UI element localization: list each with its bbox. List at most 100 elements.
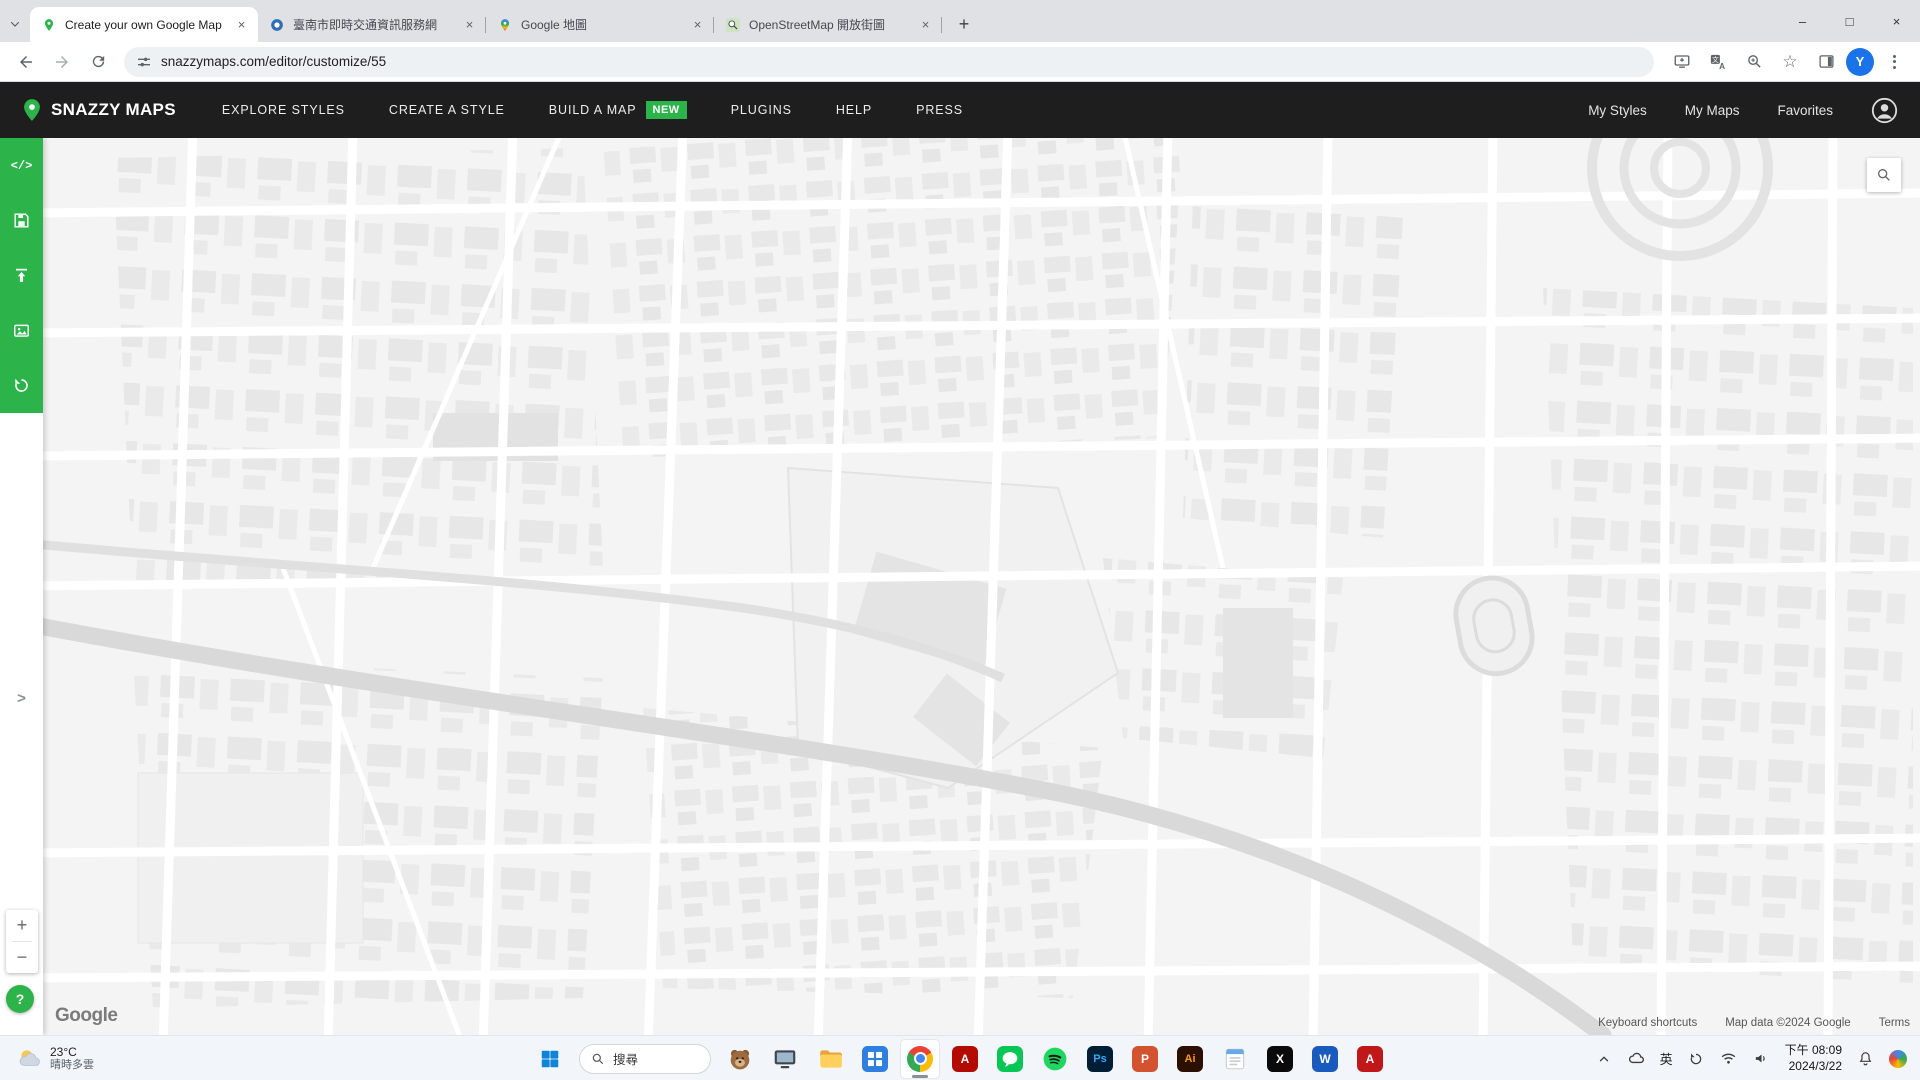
nav-item-build-a-map[interactable]: BUILD A MAP NEW bbox=[549, 101, 687, 119]
terms-link[interactable]: Terms bbox=[1879, 1017, 1910, 1029]
code-view-button[interactable]: </> bbox=[0, 138, 43, 193]
browser-menu-kebab-icon[interactable] bbox=[1878, 46, 1910, 78]
map-data-text: Map data ©2024 Google bbox=[1725, 1017, 1850, 1029]
weather-desc: 晴時多雲 bbox=[50, 1059, 94, 1072]
window-close-button[interactable]: × bbox=[1873, 0, 1920, 42]
svg-text:A: A bbox=[1719, 61, 1725, 70]
line-app-icon[interactable] bbox=[990, 1039, 1030, 1079]
pinned-app-grid[interactable] bbox=[855, 1039, 895, 1079]
zoom-in-button[interactable]: + bbox=[6, 910, 38, 941]
save-button[interactable] bbox=[0, 193, 43, 248]
window-minimize-button[interactable]: – bbox=[1779, 0, 1826, 42]
tab-snazzy-maps[interactable]: Create your own Google Map × bbox=[30, 7, 258, 42]
browser-toolbar: snazzymaps.com/editor/customize/55 文 A ☆… bbox=[0, 42, 1920, 82]
weather-widget[interactable]: 23°C 晴時多雲 bbox=[8, 1036, 102, 1080]
address-bar[interactable]: snazzymaps.com/editor/customize/55 bbox=[124, 47, 1654, 77]
site-settings-icon[interactable] bbox=[136, 54, 152, 70]
hidden-icons-chevron[interactable] bbox=[1594, 1049, 1614, 1069]
nav-item-press[interactable]: PRESS bbox=[916, 101, 963, 119]
back-button[interactable] bbox=[10, 46, 42, 78]
x-app-icon[interactable]: X bbox=[1260, 1039, 1300, 1079]
weather-temp: 23°C bbox=[50, 1045, 94, 1059]
export-upload-button[interactable] bbox=[0, 248, 43, 303]
help-button[interactable]: ? bbox=[6, 985, 34, 1013]
powerpoint-icon[interactable]: P bbox=[1125, 1039, 1165, 1079]
tab-close-icon[interactable]: × bbox=[917, 16, 934, 33]
reload-button[interactable] bbox=[82, 46, 114, 78]
google-maps-logo[interactable]: Google bbox=[55, 1005, 117, 1027]
tab-openstreetmap[interactable]: OpenStreetMap 開放街圖 × bbox=[714, 7, 942, 42]
osm-favicon bbox=[725, 17, 741, 33]
taskbar-center: 搜尋 A Ps P Ai bbox=[530, 1036, 1390, 1080]
tab-close-icon[interactable]: × bbox=[689, 16, 706, 33]
taskbar-clock[interactable]: 下午 08:09 2024/3/22 bbox=[1785, 1043, 1842, 1074]
tab-close-icon[interactable]: × bbox=[233, 16, 250, 33]
spotify-icon[interactable] bbox=[1035, 1039, 1075, 1079]
forward-button[interactable] bbox=[46, 46, 78, 78]
svg-text:文: 文 bbox=[1712, 55, 1719, 64]
map-search-button[interactable] bbox=[1867, 158, 1901, 192]
sync-icon[interactable] bbox=[1686, 1049, 1706, 1069]
rail-tools: </> bbox=[0, 138, 43, 413]
expand-panel-chevron[interactable]: > bbox=[0, 680, 43, 716]
tab-close-icon[interactable]: × bbox=[461, 16, 478, 33]
new-badge: NEW bbox=[646, 101, 687, 119]
map-zoom-control: + − bbox=[6, 910, 38, 973]
start-button[interactable] bbox=[530, 1039, 570, 1079]
window-maximize-button[interactable]: □ bbox=[1826, 0, 1873, 42]
new-tab-button[interactable]: + bbox=[950, 10, 978, 38]
zoom-extension-icon[interactable] bbox=[1738, 46, 1770, 78]
install-app-icon[interactable] bbox=[1666, 46, 1698, 78]
tab-title: OpenStreetMap 開放街圖 bbox=[749, 16, 909, 33]
tainan-favicon bbox=[269, 17, 285, 33]
illustrator-icon[interactable]: Ai bbox=[1170, 1039, 1210, 1079]
nav-item-help[interactable]: HELP bbox=[836, 101, 872, 119]
google-maps-pin-favicon bbox=[497, 17, 513, 33]
nav-item-explore-styles[interactable]: EXPLORE STYLES bbox=[222, 101, 345, 119]
cad-app-icon[interactable]: A bbox=[1350, 1039, 1390, 1079]
wifi-icon[interactable] bbox=[1719, 1049, 1739, 1069]
clock-time: 下午 08:09 bbox=[1785, 1043, 1842, 1059]
side-panel-icon[interactable] bbox=[1810, 46, 1842, 78]
acrobat-icon[interactable]: A bbox=[945, 1039, 985, 1079]
weather-icon bbox=[16, 1046, 42, 1072]
reset-refresh-button[interactable] bbox=[0, 358, 43, 413]
file-explorer-icon[interactable] bbox=[810, 1039, 850, 1079]
speaker-icon[interactable] bbox=[1752, 1049, 1772, 1069]
notepad-icon[interactable] bbox=[1215, 1039, 1255, 1079]
profile-avatar[interactable]: Y bbox=[1846, 48, 1874, 76]
windows-taskbar: 23°C 晴時多雲 搜尋 A bbox=[0, 1035, 1920, 1080]
taskbar-search[interactable]: 搜尋 bbox=[579, 1044, 711, 1074]
keyboard-shortcuts-link[interactable]: Keyboard shortcuts bbox=[1598, 1017, 1697, 1029]
account-person-icon[interactable] bbox=[1871, 97, 1898, 124]
tab-google-maps[interactable]: Google 地圖 × bbox=[486, 7, 714, 42]
map-canvas[interactable] bbox=[43, 138, 1920, 1035]
photoshop-icon[interactable]: Ps bbox=[1080, 1039, 1120, 1079]
pinned-app-monitor[interactable] bbox=[765, 1039, 805, 1079]
map-viewport: Google Keyboard shortcuts Map data ©2024… bbox=[43, 138, 1920, 1035]
editor-stage: </> > + − ? bbox=[0, 138, 1920, 1035]
notifications-bell-icon[interactable] bbox=[1855, 1049, 1875, 1069]
ime-language-indicator[interactable]: 英 bbox=[1660, 1049, 1673, 1068]
snazzy-logo[interactable]: SNAZZY MAPS bbox=[22, 98, 176, 122]
pinned-app-bear[interactable] bbox=[720, 1039, 760, 1079]
nav-item-create-a-style[interactable]: CREATE A STYLE bbox=[389, 101, 505, 119]
clock-date: 2024/3/22 bbox=[1785, 1059, 1842, 1075]
nav-item-my-styles[interactable]: My Styles bbox=[1588, 103, 1647, 118]
tab-tainan-traffic[interactable]: 臺南市即時交通資訊服務網 × bbox=[258, 7, 486, 42]
onedrive-cloud-icon[interactable] bbox=[1627, 1049, 1647, 1069]
tab-title: 臺南市即時交通資訊服務網 bbox=[293, 16, 453, 33]
zoom-out-button[interactable]: − bbox=[6, 942, 38, 973]
chrome-icon[interactable] bbox=[900, 1039, 940, 1079]
translate-icon[interactable]: 文 A bbox=[1702, 46, 1734, 78]
bookmark-star-icon[interactable]: ☆ bbox=[1774, 46, 1806, 78]
search-label: 搜尋 bbox=[613, 1049, 638, 1068]
editor-left-rail: </> > + − ? bbox=[0, 138, 43, 1035]
tray-colorful-app-icon[interactable] bbox=[1888, 1049, 1908, 1069]
image-export-button[interactable] bbox=[0, 303, 43, 358]
tab-list-chevron-icon[interactable] bbox=[0, 6, 30, 42]
nav-item-my-maps[interactable]: My Maps bbox=[1685, 103, 1740, 118]
nav-item-plugins[interactable]: PLUGINS bbox=[731, 101, 792, 119]
word-icon[interactable]: W bbox=[1305, 1039, 1345, 1079]
nav-item-favorites[interactable]: Favorites bbox=[1777, 103, 1833, 118]
